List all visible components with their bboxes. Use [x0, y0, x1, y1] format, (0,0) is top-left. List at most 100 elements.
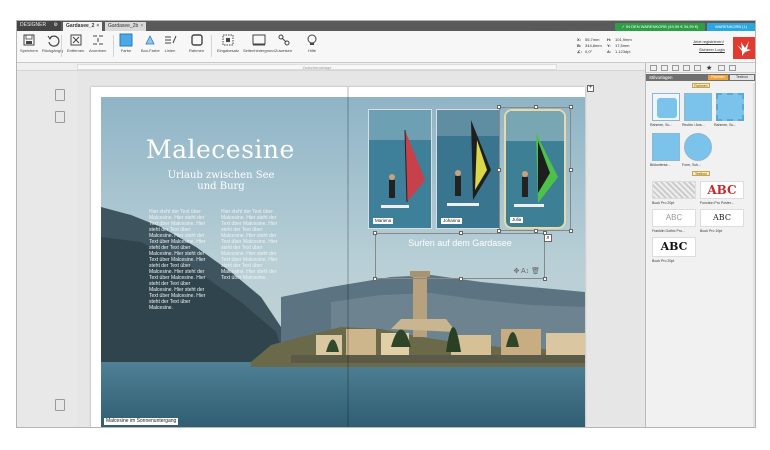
- book-spread[interactable]: Malecesine Urlaub zwischen See und Burg …: [91, 87, 585, 427]
- panel-header: Stilvorlagen Rahmen Textbox: [646, 74, 755, 81]
- clipboard-icon[interactable]: [55, 399, 65, 411]
- trash-icon[interactable]: 🗑: [531, 268, 540, 275]
- background-photo[interactable]: Malecesine Urlaub zwischen See und Burg …: [101, 97, 585, 427]
- save-hint: Hinweis: Sie können Ihr Fotobuch jederze…: [531, 23, 608, 31]
- crop-icon: [222, 34, 234, 46]
- add-to-cart-button[interactable]: ✓ IN DEN WARENKORB (49,99 € 34,95 €): [615, 23, 705, 31]
- gear-icon[interactable]: ⚙: [54, 21, 58, 30]
- resize-handle[interactable]: [497, 168, 501, 172]
- resize-handle[interactable]: [459, 231, 463, 235]
- panel-tabs: ★: [646, 63, 755, 73]
- text-icon[interactable]: [683, 65, 690, 71]
- register-link[interactable]: Jetzt registrieren!: [693, 39, 724, 44]
- lines-button[interactable]: Linien: [163, 33, 177, 53]
- close-icon[interactable]: ×: [96, 23, 99, 29]
- layout-icon[interactable]: [650, 65, 657, 71]
- resize-handle[interactable]: [569, 229, 573, 233]
- page-background-button[interactable]: Seitenhintergrund: [243, 33, 275, 53]
- frame-style-thumb[interactable]: [716, 93, 744, 121]
- color-icon: [119, 33, 133, 47]
- tab-label: Gardasee_2b: [108, 23, 139, 29]
- add-page-button[interactable]: +: [587, 85, 594, 92]
- frame-label: Rahmen: [189, 48, 205, 53]
- resize-handle[interactable]: [459, 277, 463, 281]
- frame-style-thumb[interactable]: [684, 93, 712, 121]
- pages-icon[interactable]: [661, 65, 668, 71]
- frame-style-label: Rahmen, Sc...: [714, 123, 737, 127]
- resize-handle[interactable]: [543, 277, 547, 281]
- login-link[interactable]: Sicherer Login: [699, 47, 725, 52]
- arrange-button[interactable]: Anordnen: [89, 33, 106, 53]
- frame-button[interactable]: Rahmen: [189, 33, 204, 53]
- tab-gardasee-2b[interactable]: Gardasee_2b ×: [105, 22, 147, 31]
- panel-scrollbar[interactable]: [753, 83, 755, 427]
- cart-button[interactable]: WARENKORB (1): [707, 23, 755, 31]
- section-rahmen: Rahmen: [692, 83, 710, 88]
- zoom-icon[interactable]: ⌕: [544, 234, 552, 242]
- editor-canvas[interactable]: Malecesine Urlaub zwischen See und Burg …: [77, 71, 645, 427]
- frame-style-label: Rechts / Ans...: [682, 123, 705, 127]
- box-color-button[interactable]: Box-Farbe: [141, 33, 160, 53]
- frame-style-thumb[interactable]: [652, 133, 680, 161]
- body-text-column-2[interactable]: Hier steht der Text über Malcesine. Hier…: [221, 209, 279, 281]
- text-style-thumb[interactable]: ABC: [652, 209, 696, 227]
- selection-box[interactable]: [497, 105, 573, 233]
- delete-button[interactable]: Entfernen: [67, 33, 84, 53]
- resize-handle[interactable]: [569, 168, 573, 172]
- text-style-label: Function Pro Poster...: [700, 201, 734, 205]
- photos-icon[interactable]: [672, 65, 679, 71]
- photo-caption[interactable]: Malcesine im Sonnenuntergang: [104, 418, 179, 425]
- resize-handle[interactable]: [373, 277, 377, 281]
- book-spine: [347, 87, 349, 427]
- text-style-thumb[interactable]: ABC: [652, 237, 696, 257]
- save-button[interactable]: Speichern: [20, 33, 38, 53]
- page-background-label: Seitenhintergrund: [243, 48, 275, 53]
- photo-frame-mariena[interactable]: Mariena: [368, 109, 432, 229]
- move-icon[interactable]: ✥: [514, 268, 520, 275]
- text-style-thumb[interactable]: ABC: [700, 181, 744, 199]
- text-style-thumb[interactable]: ABC: [700, 209, 744, 227]
- undo-button[interactable]: Rückgängig: [42, 33, 63, 53]
- text-style-thumb[interactable]: [652, 181, 696, 199]
- palette-icon[interactable]: [718, 65, 725, 71]
- image-placeholder-icon[interactable]: [55, 89, 65, 101]
- resize-handle[interactable]: [569, 105, 573, 109]
- spread-subtitle[interactable]: Urlaub zwischen See und Burg: [161, 170, 281, 192]
- photo-frame-johanna[interactable]: Johanna: [436, 109, 500, 229]
- resize-handle[interactable]: [534, 105, 538, 109]
- delete-label: Entfernen: [67, 48, 85, 53]
- resize-handle[interactable]: [373, 231, 377, 235]
- clipboard-label[interactable]: Zwischenablage: [77, 64, 557, 70]
- arrange-icon: [92, 35, 103, 45]
- delete-icon: [70, 34, 82, 46]
- assign-button[interactable]: Zuweisen: [275, 33, 292, 53]
- rahmen-filter-button[interactable]: Rahmen: [708, 75, 728, 80]
- text-box-content[interactable]: Surfen auf dem Gardasee: [376, 238, 544, 248]
- close-icon[interactable]: ×: [140, 23, 143, 29]
- resize-handle[interactable]: [497, 105, 501, 109]
- background-icon: [252, 34, 266, 46]
- photo-name-label: Mariena: [373, 218, 394, 224]
- clipart-icon[interactable]: [694, 65, 701, 71]
- resize-handle[interactable]: [543, 231, 547, 235]
- text-size-icon[interactable]: A↕: [521, 268, 529, 275]
- spread-title[interactable]: Malecesine: [146, 135, 295, 164]
- tab-gardasee-2[interactable]: Gardasee_2 ×: [63, 22, 103, 31]
- frame-style-thumb[interactable]: [684, 133, 712, 161]
- help-button[interactable]: Hilfe: [305, 33, 319, 53]
- body-text-column-1[interactable]: Hier steht der Text über Malcesine. Hier…: [149, 209, 207, 311]
- windsurf-photo: [437, 110, 499, 228]
- text-placeholder-icon[interactable]: [55, 111, 65, 123]
- designer-menu[interactable]: DESIGNER ⚙: [17, 21, 61, 31]
- text-box[interactable]: Surfen auf dem Gardasee ✥ A↕ 🗑 ⌕: [373, 231, 552, 281]
- settings-icon[interactable]: [729, 65, 736, 71]
- textbox-filter-button[interactable]: Textbox: [730, 75, 754, 80]
- arrange-label: Anordnen: [89, 48, 107, 53]
- coord-value[interactable]: 0,0°: [585, 49, 607, 55]
- styles-panel: ★ Stilvorlagen Rahmen Textbox Rahmen Rah…: [645, 63, 755, 427]
- bird-logo-icon: [737, 41, 751, 56]
- frame-style-thumb[interactable]: [652, 93, 680, 121]
- crop-button[interactable]: Eingabesatz: [217, 33, 239, 53]
- star-icon[interactable]: ★: [706, 64, 712, 72]
- color-button[interactable]: Farbe: [119, 33, 133, 53]
